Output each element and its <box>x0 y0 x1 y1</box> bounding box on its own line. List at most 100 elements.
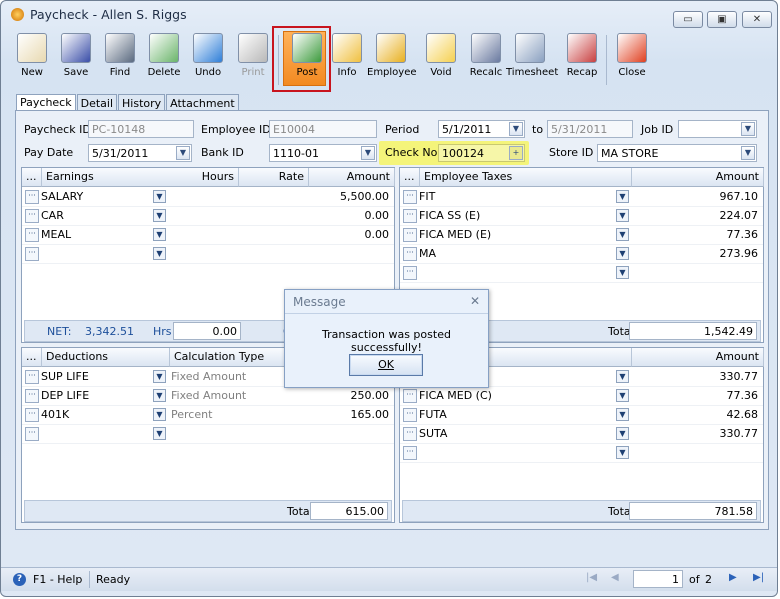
chevron-down-icon[interactable]: ▼ <box>153 408 166 421</box>
chevron-down-icon[interactable]: ▼ <box>616 266 629 279</box>
last-page-icon[interactable]: ▶| <box>753 572 764 583</box>
ellipsis-button[interactable]: ··· <box>403 266 417 280</box>
bank-id-field[interactable]: 1110-01 ▼ <box>269 144 377 162</box>
period-from-field[interactable]: 5/1/2011 ▼ <box>438 120 525 138</box>
ellipsis-button[interactable]: ··· <box>25 408 39 422</box>
toolbar-save-button[interactable]: Save <box>52 33 100 78</box>
chevron-down-icon[interactable]: ▼ <box>741 122 755 136</box>
toolbar-employee-button[interactable]: Employee <box>367 33 417 78</box>
employee-id-field[interactable]: E10004 <box>269 120 377 138</box>
ellipsis-button[interactable]: ··· <box>403 228 417 242</box>
toolbar-print-button[interactable]: Print <box>229 33 277 78</box>
undo-icon <box>193 33 223 63</box>
ellipsis-button[interactable]: ··· <box>25 228 39 242</box>
ellipsis-button[interactable]: ··· <box>25 427 39 441</box>
toolbar-label: Undo <box>194 67 222 78</box>
restore-button[interactable]: ▣ <box>707 11 737 28</box>
check-no-field[interactable]: 100124 + <box>438 144 525 162</box>
table-row[interactable]: ··· ▼ <box>400 444 763 463</box>
table-row[interactable]: ··· FICA MED (C) ▼ 77.36 <box>400 387 763 406</box>
dropdown-arrow-icon[interactable]: ▼ <box>509 122 523 136</box>
chevron-down-icon[interactable]: ▼ <box>361 146 375 160</box>
pay-date-field[interactable]: 5/31/2011 ▼ <box>88 144 192 162</box>
table-row[interactable]: ··· FICA MED (E) ▼ 77.36 <box>400 226 763 245</box>
table-row[interactable]: ··· SALARY ▼ 5,500.00 <box>22 188 394 207</box>
job-id-field[interactable]: ▼ <box>678 120 757 138</box>
page-count: 2 <box>705 573 712 586</box>
table-row[interactable]: ··· ▼ <box>22 245 394 264</box>
prev-page-icon[interactable]: ◀ <box>611 572 619 583</box>
chevron-down-icon[interactable]: ▼ <box>616 247 629 260</box>
store-id-label: Store ID <box>549 146 594 159</box>
table-row[interactable]: ··· FIT ▼ 967.10 <box>400 188 763 207</box>
table-row[interactable]: ··· CAR ▼ 0.00 <box>22 207 394 226</box>
ellipsis-button[interactable]: ··· <box>403 209 417 223</box>
chevron-down-icon[interactable]: ▼ <box>153 389 166 402</box>
chevron-down-icon[interactable]: ▼ <box>153 190 166 203</box>
close-window-button[interactable]: ✕ <box>742 11 772 28</box>
table-row[interactable]: ··· DEP LIFE ▼ Fixed Amount 250.00 <box>22 387 394 406</box>
dialog-close-icon[interactable]: ✕ <box>470 294 480 308</box>
chevron-down-icon[interactable]: ▼ <box>153 427 166 440</box>
toolbar-void-button[interactable]: Void <box>417 33 465 78</box>
chevron-down-icon[interactable]: ▼ <box>153 209 166 222</box>
toolbar-recap-button[interactable]: Recap <box>558 33 606 78</box>
table-row[interactable]: ··· 401K ▼ Percent 165.00 <box>22 406 394 425</box>
minimize-button[interactable]: ▭ <box>673 11 703 28</box>
chevron-down-icon[interactable]: ▼ <box>616 228 629 241</box>
ellipsis-button[interactable]: ··· <box>25 389 39 403</box>
ellipsis-button[interactable]: ··· <box>403 247 417 261</box>
chevron-down-icon[interactable]: ▼ <box>153 370 166 383</box>
toolbar-timesheet-button[interactable]: Timesheet <box>506 33 558 78</box>
table-row[interactable]: ··· SUTA ▼ 330.77 <box>400 425 763 444</box>
table-row[interactable]: ··· MEAL ▼ 0.00 <box>22 226 394 245</box>
help-label[interactable]: F1 - Help <box>33 573 82 586</box>
chevron-down-icon[interactable]: ▼ <box>153 247 166 260</box>
period-to-field[interactable]: 5/31/2011 <box>547 120 633 138</box>
ellipsis-button[interactable]: ··· <box>403 389 417 403</box>
paycheck-id-field[interactable]: PC-10148 <box>88 120 194 138</box>
chevron-down-icon[interactable]: ▼ <box>153 228 166 241</box>
table-row[interactable]: ··· FUTA ▼ 42.68 <box>400 406 763 425</box>
store-id-field[interactable]: MA STORE ▼ <box>597 144 757 162</box>
table-row[interactable]: ··· ▼ <box>22 425 394 444</box>
plus-icon[interactable]: + <box>509 146 523 160</box>
chevron-down-icon[interactable]: ▼ <box>616 370 629 383</box>
toolbar-recalc-button[interactable]: Recalc <box>462 33 510 78</box>
ellipsis-button[interactable]: ··· <box>403 446 417 460</box>
toolbar-undo-button[interactable]: Undo <box>184 33 232 78</box>
toolbar-close-button[interactable]: Close <box>608 33 656 78</box>
chevron-down-icon[interactable]: ▼ <box>616 408 629 421</box>
column-header: Hours <box>169 168 239 187</box>
chevron-down-icon[interactable]: ▼ <box>616 427 629 440</box>
ok-button[interactable]: OK <box>349 354 423 376</box>
table-row[interactable]: ··· FICA SS (E) ▼ 224.07 <box>400 207 763 226</box>
ellipsis-button[interactable]: ··· <box>25 247 39 261</box>
toolbar-label: Timesheet <box>506 67 559 78</box>
chevron-down-icon[interactable]: ▼ <box>616 389 629 402</box>
page-number-field[interactable]: 1 <box>633 570 683 588</box>
table-row[interactable]: ··· ▼ <box>400 264 763 283</box>
chevron-down-icon[interactable]: ▼ <box>616 190 629 203</box>
ellipsis-button[interactable]: ··· <box>25 190 39 204</box>
status-separator <box>89 571 90 588</box>
table-row[interactable]: ··· MA ▼ 273.96 <box>400 245 763 264</box>
ellipsis-button[interactable]: ··· <box>403 427 417 441</box>
column-header: ... <box>22 168 42 187</box>
row-name: CAR <box>41 209 64 222</box>
first-page-icon[interactable]: |◀ <box>586 572 597 583</box>
toolbar-delete-button[interactable]: Delete <box>140 33 188 78</box>
post-check-icon <box>292 33 322 63</box>
ellipsis-button[interactable]: ··· <box>403 190 417 204</box>
toolbar-find-button[interactable]: Find <box>96 33 144 78</box>
dropdown-arrow-icon[interactable]: ▼ <box>176 146 190 160</box>
chevron-down-icon[interactable]: ▼ <box>616 446 629 459</box>
ellipsis-button[interactable]: ··· <box>25 370 39 384</box>
chevron-down-icon[interactable]: ▼ <box>741 146 755 160</box>
chevron-down-icon[interactable]: ▼ <box>616 209 629 222</box>
ellipsis-button[interactable]: ··· <box>403 408 417 422</box>
ellipsis-button[interactable]: ··· <box>25 209 39 223</box>
toolbar-new-button[interactable]: New <box>8 33 56 78</box>
toolbar-info-button[interactable]: Info <box>323 33 371 78</box>
next-page-icon[interactable]: ▶ <box>729 572 737 583</box>
